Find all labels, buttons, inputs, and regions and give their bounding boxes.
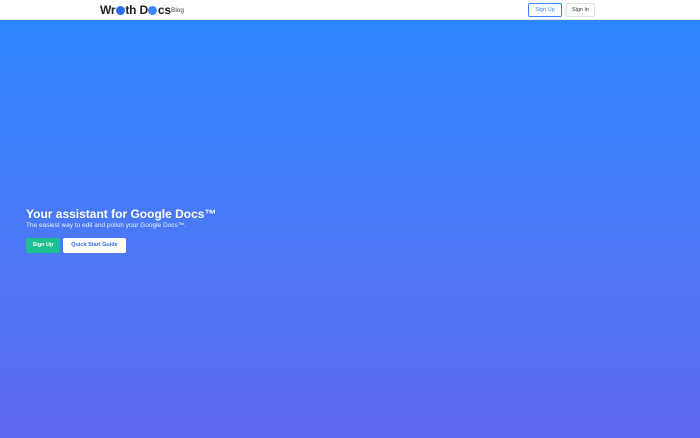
hero-subtitle: The easiest way to edit and polish your … <box>26 222 187 229</box>
hero-section: Your assistant for Google Docs™ The easi… <box>0 20 700 438</box>
quick-start-guide-button[interactable]: Quick Start Guide <box>63 238 126 253</box>
logo-text-start: Wr <box>100 3 116 17</box>
nav-link-blog[interactable]: Blog <box>171 6 184 15</box>
logo-text-middle: th D <box>125 3 148 17</box>
logo-text-end: cs <box>157 3 171 17</box>
top-navbar: Wr th D cs Blog Sign Up Sign In <box>0 0 700 20</box>
signin-button-top[interactable]: Sign In <box>566 3 595 17</box>
logo-o-mark <box>148 6 158 15</box>
logo-a-mark <box>115 6 125 15</box>
hero-signup-button[interactable]: Sign Up <box>26 238 60 253</box>
signup-button-top[interactable]: Sign Up <box>528 3 562 17</box>
hero-title: Your assistant for Google Docs™ <box>26 207 217 221</box>
wrath-docs-logo[interactable]: Wr th D cs <box>100 3 171 17</box>
